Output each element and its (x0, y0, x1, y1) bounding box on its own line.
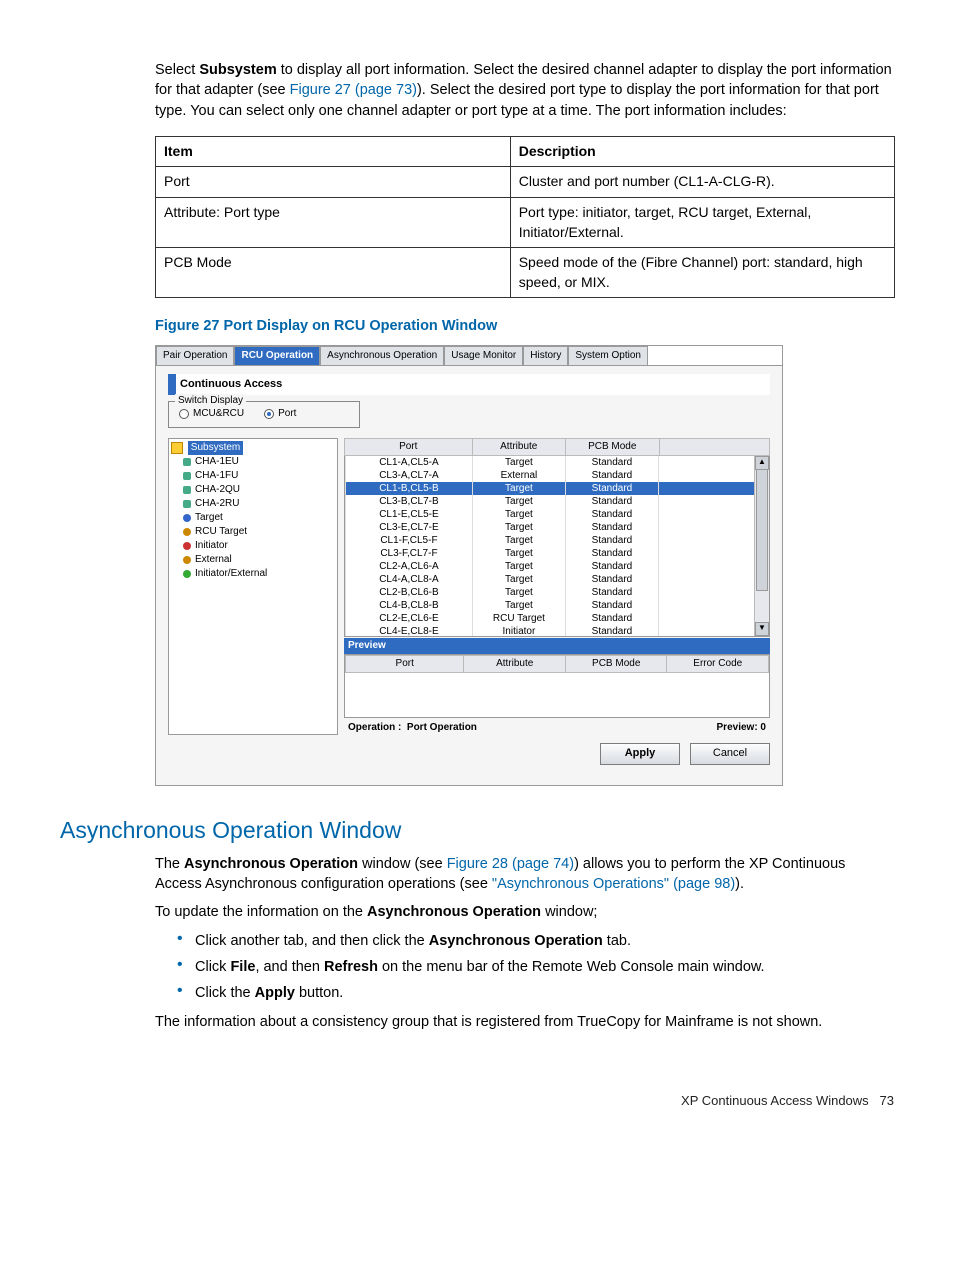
tree-root-subsystem[interactable]: Subsystem (188, 441, 243, 455)
operation-value: Port Operation (407, 722, 477, 733)
scroll-up-icon[interactable]: ▲ (755, 456, 769, 470)
apply-button[interactable]: Apply (600, 743, 680, 764)
table-row[interactable]: CL3-A,CL7-AExternalStandard (346, 469, 769, 482)
radio-port[interactable]: Port (264, 407, 296, 421)
table-row[interactable]: CL2-E,CL6-ERCU TargetStandard (346, 612, 769, 625)
tree-item-target[interactable]: Target (169, 511, 337, 525)
port-info-table: Item Description PortCluster and port nu… (155, 136, 895, 299)
scroll-down-icon[interactable]: ▼ (755, 622, 769, 636)
tree-item-cha-1fu[interactable]: CHA-1FU (169, 469, 337, 483)
tab-history[interactable]: History (523, 346, 568, 365)
table-row: Attribute: Port typePort type: initiator… (156, 198, 895, 248)
rcu-operation-window: Pair Operation RCU Operation Asynchronou… (155, 345, 783, 786)
page-footer: XP Continuous Access Windows 73 (60, 1092, 894, 1110)
tree-item-external[interactable]: External (169, 553, 337, 567)
list-item: Click File, and then Refresh on the menu… (177, 957, 894, 977)
figure-28-link[interactable]: Figure 28 (page 74) (447, 856, 574, 872)
intro-paragraph: Select Subsystem to display all port inf… (155, 60, 894, 121)
cancel-button[interactable]: Cancel (690, 743, 770, 764)
tree-item-rcu-target[interactable]: RCU Target (169, 525, 337, 539)
async-operations-link[interactable]: "Asynchronous Operations" (page 98) (492, 876, 735, 892)
tab-rcu-operation[interactable]: RCU Operation (234, 346, 320, 365)
tree-item-cha-1eu[interactable]: CHA-1EU (169, 455, 337, 469)
tab-asynchronous-operation[interactable]: Asynchronous Operation (320, 346, 444, 365)
table-row[interactable]: CL4-B,CL8-BTargetStandard (346, 599, 769, 612)
switch-display-group: Switch Display MCU&RCU Port (168, 401, 360, 428)
col-description: Description (510, 136, 894, 167)
table-row: PCB ModeSpeed mode of the (Fibre Channel… (156, 248, 895, 298)
tree-item-initiator-external[interactable]: Initiator/External (169, 567, 337, 581)
tree-item-cha-2ru[interactable]: CHA-2RU (169, 497, 337, 511)
table-row[interactable]: CL4-A,CL8-ATargetStandard (346, 573, 769, 586)
preview-header: Preview (344, 638, 770, 654)
folder-icon (171, 442, 183, 454)
table-row[interactable]: CL3-B,CL7-BTargetStandard (346, 495, 769, 508)
body-paragraph: To update the information on the Asynchr… (155, 902, 894, 922)
preview-count: Preview: 0 (717, 721, 766, 735)
tab-system-option[interactable]: System Option (568, 346, 648, 365)
table-row[interactable]: CL1-F,CL5-FTargetStandard (346, 534, 769, 547)
tree-item-initiator[interactable]: Initiator (169, 539, 337, 553)
scrollbar[interactable]: ▲ ▼ (754, 456, 769, 636)
figure-caption: Figure 27 Port Display on RCU Operation … (155, 316, 894, 336)
radio-icon (179, 409, 189, 419)
col-blank (659, 439, 770, 456)
table-row[interactable]: CL3-F,CL7-FTargetStandard (346, 547, 769, 560)
table-row[interactable]: CL4-E,CL8-EInitiatorStandard (346, 625, 769, 637)
body-paragraph: The Asynchronous Operation window (see F… (155, 854, 894, 895)
tab-usage-monitor[interactable]: Usage Monitor (444, 346, 523, 365)
radio-mcu-rcu[interactable]: MCU&RCU (179, 407, 244, 421)
table-row[interactable]: CL1-B,CL5-BTargetStandard (346, 482, 769, 495)
port-table-body: CL1-A,CL5-ATargetStandard CL3-A,CL7-AExt… (344, 456, 770, 637)
table-row[interactable]: CL1-E,CL5-ETargetStandard (346, 508, 769, 521)
table-row[interactable]: CL2-B,CL6-BTargetStandard (346, 586, 769, 599)
table-row[interactable]: CL3-E,CL7-ETargetStandard (346, 521, 769, 534)
port-table: Port Attribute PCB Mode (344, 438, 770, 456)
panel-title: Continuous Access (168, 374, 770, 395)
section-heading: Asynchronous Operation Window (60, 814, 894, 846)
col-port[interactable]: Port (345, 439, 473, 456)
operation-label: Operation : (348, 722, 401, 733)
radio-icon (264, 409, 274, 419)
figure-27-link[interactable]: Figure 27 (page 73) (290, 82, 417, 98)
col-attribute[interactable]: Attribute (472, 439, 566, 456)
body-paragraph: The information about a consistency grou… (155, 1012, 894, 1032)
table-row[interactable]: CL1-A,CL5-ATargetStandard (346, 456, 769, 469)
tree-pane: Subsystem CHA-1EU CHA-1FU CHA-2QU CHA-2R… (168, 438, 338, 735)
table-row: PortCluster and port number (CL1-A-CLG-R… (156, 167, 895, 198)
tab-pair-operation[interactable]: Pair Operation (156, 346, 234, 365)
preview-table: Port Attribute PCB Mode Error Code (345, 655, 769, 673)
bullet-list: Click another tab, and then click the As… (155, 931, 894, 1004)
col-item: Item (156, 136, 511, 167)
list-item: Click the Apply button. (177, 983, 894, 1003)
app-tab-bar: Pair Operation RCU Operation Asynchronou… (156, 346, 782, 365)
table-row[interactable]: CL2-A,CL6-ATargetStandard (346, 560, 769, 573)
tree-item-cha-2qu[interactable]: CHA-2QU (169, 483, 337, 497)
list-item: Click another tab, and then click the As… (177, 931, 894, 951)
col-pcb-mode[interactable]: PCB Mode (566, 439, 660, 456)
scroll-thumb[interactable] (756, 469, 768, 591)
